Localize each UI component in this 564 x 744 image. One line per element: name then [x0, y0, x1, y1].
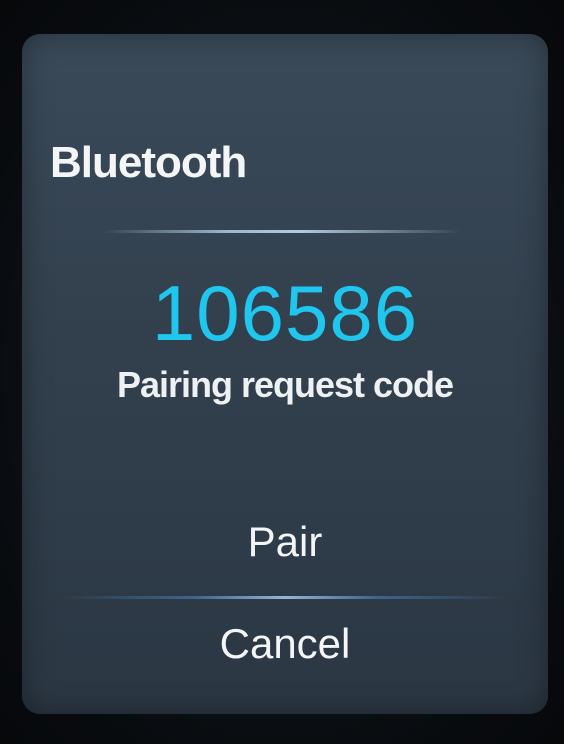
title-divider [102, 230, 462, 233]
pair-button[interactable]: Pair [82, 518, 488, 566]
bluetooth-pairing-dialog: Bluetooth 106586 Pairing request code Pa… [22, 34, 548, 714]
pairing-code: 106586 [151, 269, 419, 357]
cancel-button[interactable]: Cancel [82, 620, 488, 668]
pairing-code-label: Pairing request code [116, 364, 454, 405]
button-divider [62, 596, 508, 599]
dialog-title: Bluetooth [50, 138, 247, 187]
screen-bezel: Bluetooth 106586 Pairing request code Pa… [0, 0, 564, 744]
